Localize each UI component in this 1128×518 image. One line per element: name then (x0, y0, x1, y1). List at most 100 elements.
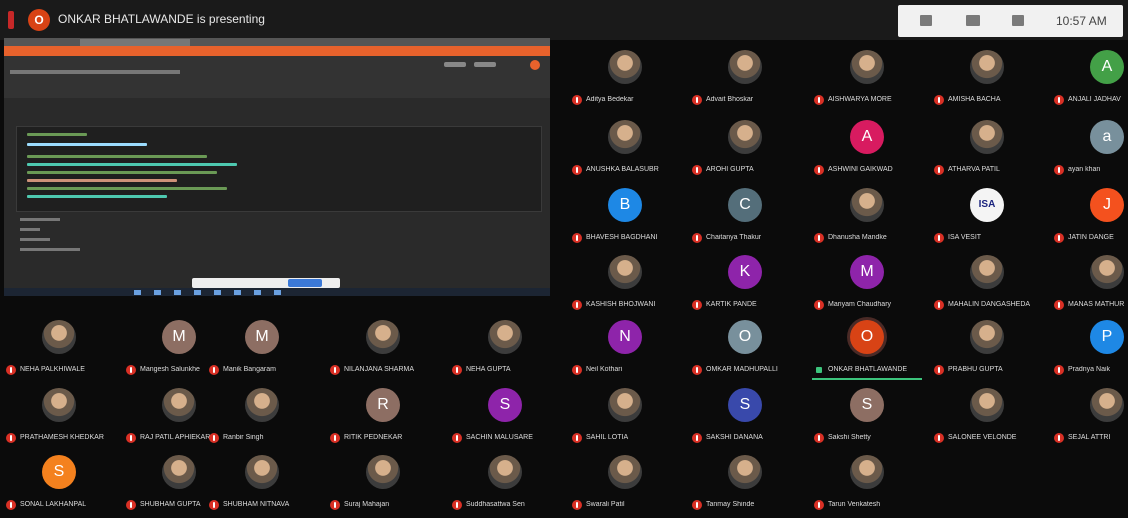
participant-name: Chaitanya Thakur (706, 234, 762, 241)
mic-off-icon (209, 365, 219, 375)
participant-tile[interactable]: MANAS MATHUR (1050, 255, 1128, 315)
participant-avatar: S (42, 455, 76, 489)
participant-avatar (1090, 255, 1124, 289)
mic-off-icon (1054, 300, 1064, 310)
participant-tile[interactable]: AMISHA BACHA (930, 50, 1048, 110)
screen-icon[interactable] (920, 15, 932, 26)
meeting-top-bar: O ONKAR BHATLAWANDE is presenting 10:57 … (0, 0, 1128, 40)
participant-tile[interactable]: ANUSHKA BALASUBR (568, 120, 686, 180)
participant-tile[interactable]: SHUBHAM NITNAVA (205, 455, 323, 515)
mic-off-icon (572, 165, 582, 175)
participant-name: JATIN DANGE (1068, 234, 1114, 241)
participant-tile[interactable]: MAHALIN DANGASHEDA (930, 255, 1048, 315)
participant-tile[interactable]: Suraj Mahajan (326, 455, 444, 515)
participant-name: KARTIK PANDE (706, 301, 757, 308)
participant-name: PRABHU GUPTA (948, 366, 1003, 373)
participant-tile[interactable]: S SONAL LAKHANPAL (2, 455, 120, 515)
participant-tile[interactable]: Advait Bhoskar (688, 50, 806, 110)
participant-name: SEJAL ATTRI (1068, 434, 1111, 441)
system-tray: 10:57 AM (898, 5, 1123, 37)
participant-tile[interactable]: Dhanusha Mandke (810, 188, 928, 248)
participant-tile[interactable]: Suddhasattwa Sen (448, 455, 566, 515)
people-icon[interactable] (966, 15, 980, 26)
participant-avatar: a (1090, 120, 1124, 154)
mic-off-icon (934, 95, 944, 105)
participant-avatar: B (608, 188, 642, 222)
participant-tile[interactable]: PRATHAMESH KHEDKAR (2, 388, 120, 448)
participant-tile[interactable]: B BHAVESH BAGDHANI (568, 188, 686, 248)
participant-tile[interactable]: R RITIK PEDNEKAR (326, 388, 444, 448)
participant-tile[interactable]: NILANJANA SHARMA (326, 320, 444, 380)
code-line (27, 171, 217, 174)
mic-off-icon (572, 233, 582, 243)
mic-off-icon (934, 365, 944, 375)
taskbar-icon (194, 290, 201, 295)
participant-name: BHAVESH BAGDHANI (586, 234, 658, 241)
participant-tile[interactable]: Swarali Patil (568, 455, 686, 515)
participant-tile[interactable]: Aditya Bedekar (568, 50, 686, 110)
participant-avatar (850, 188, 884, 222)
participant-avatar (608, 255, 642, 289)
mic-off-icon (126, 500, 136, 510)
mic-off-icon (6, 365, 16, 375)
participant-tile[interactable]: P Pradnya Naik (1050, 320, 1128, 380)
participant-tile[interactable]: NEHA PALKHIWALE (2, 320, 120, 380)
mic-off-icon (692, 165, 702, 175)
participant-name: Sakshi Shetty (828, 434, 871, 441)
participant-tile[interactable]: Ranbir Singh (205, 388, 323, 448)
mic-off-icon (6, 500, 16, 510)
browser-tab (80, 39, 190, 46)
participant-tile[interactable]: M Mariyam Chaudhary (810, 255, 928, 315)
participant-tile[interactable]: O OMKAR MADHUPALLI (688, 320, 806, 380)
code-line (27, 143, 147, 146)
dialog-button[interactable] (288, 279, 322, 287)
participant-avatar (366, 455, 400, 489)
participant-tile[interactable]: S SAKSHI DANANA (688, 388, 806, 448)
chat-icon[interactable] (1012, 15, 1024, 26)
participant-tile[interactable]: S SACHIN MALUSARE (448, 388, 566, 448)
participant-tile[interactable]: PRABHU GUPTA (930, 320, 1048, 380)
output-line (20, 238, 50, 241)
participant-avatar (728, 120, 762, 154)
participant-name: AMISHA BACHA (948, 96, 1001, 103)
participant-avatar (608, 50, 642, 84)
participant-tile[interactable]: SEJAL ATTRI (1050, 388, 1128, 448)
participant-tile[interactable]: O ONKAR BHATLAWANDE (810, 320, 928, 380)
participant-name: RITIK PEDNEKAR (344, 434, 403, 441)
participant-tile[interactable]: KASHISH BHOJWANI (568, 255, 686, 315)
participant-tile[interactable]: ISA ISA VESIT (930, 188, 1048, 248)
presenter-avatar: O (28, 9, 50, 31)
participant-tile[interactable]: N Neil Kothari (568, 320, 686, 380)
participant-tile[interactable]: J JATIN DANGE (1050, 188, 1128, 248)
participant-tile[interactable]: A ANJALI JADHAV (1050, 50, 1128, 110)
participant-name: MAHALIN DANGASHEDA (948, 301, 1031, 308)
participant-tile[interactable]: S Sakshi Shetty (810, 388, 928, 448)
participant-tile[interactable]: SAHIL LOTIA (568, 388, 686, 448)
participant-tile[interactable]: K KARTIK PANDE (688, 255, 806, 315)
participant-name: Aditya Bedekar (586, 96, 634, 103)
participant-tile[interactable]: C Chaitanya Thakur (688, 188, 806, 248)
participant-avatar (488, 455, 522, 489)
participant-avatar: N (608, 320, 642, 354)
participant-tile[interactable]: a ayan khan (1050, 120, 1128, 180)
mic-off-icon (452, 500, 462, 510)
mic-off-icon (934, 433, 944, 443)
participant-avatar (162, 455, 196, 489)
participant-tile[interactable]: ATHARVA PATIL (930, 120, 1048, 180)
participant-tile[interactable]: Tanmay Shinde (688, 455, 806, 515)
participant-tile[interactable]: Tarun Venkatesh (810, 455, 928, 515)
participant-avatar: O (728, 320, 762, 354)
mic-off-icon (692, 500, 702, 510)
participant-tile[interactable]: M Manik Bangaram (205, 320, 323, 380)
participant-name: Advait Bhoskar (706, 96, 754, 103)
participant-name: NILANJANA SHARMA (344, 366, 415, 373)
participant-name: SONAL LAKHANPAL (20, 501, 87, 508)
participant-tile[interactable]: AISHWARYA MORE (810, 50, 928, 110)
mic-off-icon (1054, 433, 1064, 443)
participant-tile[interactable]: AROHI GUPTA (688, 120, 806, 180)
participant-tile[interactable]: A ASHWINI GAIKWAD (810, 120, 928, 180)
participant-tile[interactable]: SALONEE VELONDE (930, 388, 1048, 448)
notebook-menu (10, 70, 180, 74)
participant-tile[interactable]: NEHA GUPTA (448, 320, 566, 380)
share-dialog (192, 278, 340, 288)
